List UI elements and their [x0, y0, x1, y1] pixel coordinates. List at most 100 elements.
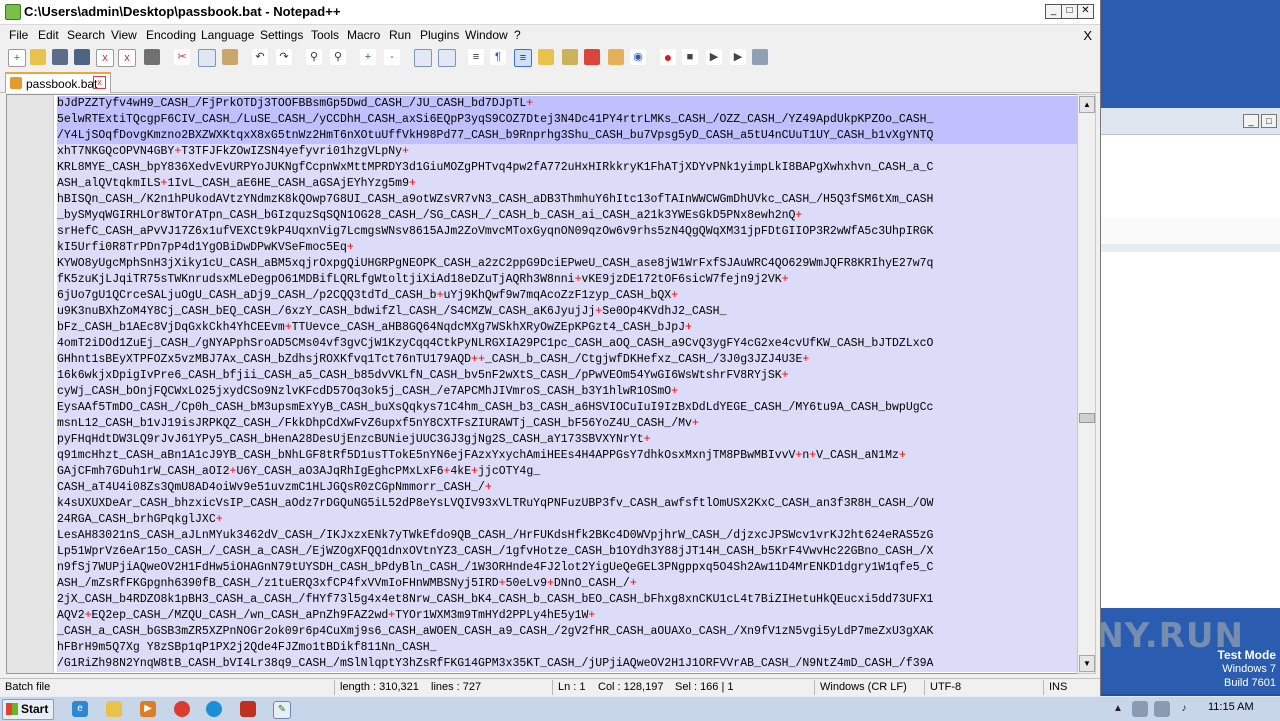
code-line[interactable]: GAjCFmh7GDuh1rW_CASH_aOI2+U6Y_CASH_aO3AJ…: [57, 464, 1077, 480]
code-line[interactable]: EysAAf5TmDO_CASH_/Cp0h_CASH_bM3upsmExYyB…: [57, 400, 1077, 416]
notepadpp-app-icon[interactable]: [5, 4, 21, 20]
save-icon[interactable]: [52, 49, 68, 65]
close-window-button[interactable]: ✕: [1077, 4, 1094, 19]
code-line[interactable]: 16k6wkjxDpigIvPre6_CASH_bfjii_CASH_a5_CA…: [57, 368, 1077, 384]
find-icon[interactable]: ⚲: [306, 49, 322, 65]
record-macro-icon[interactable]: ●: [660, 49, 676, 65]
word-wrap-icon[interactable]: ≡: [468, 49, 484, 65]
save-all-icon[interactable]: [74, 49, 90, 65]
background-minimize-button[interactable]: _: [1243, 114, 1259, 128]
menu-settings[interactable]: Settings: [260, 28, 303, 42]
save-macro-icon[interactable]: [752, 49, 768, 65]
menu-view[interactable]: View: [111, 28, 137, 42]
chrome-icon[interactable]: [174, 701, 190, 717]
explorer-icon[interactable]: [106, 701, 122, 717]
code-line[interactable]: xhT7NKGQcOPVN4GBY+T3TFJFkZOwIZSN4yefyvri…: [57, 144, 1077, 160]
code-line[interactable]: bFz_CASH_b1AEc8VjDqGxkCkh4YhCEEvm+TTUevc…: [57, 320, 1077, 336]
editor-pane[interactable]: bJdPZZTyfv4wH9_CASH_/FjPrkOTDj3TOOFBBsmG…: [6, 94, 1078, 674]
code-line[interactable]: GHhnt1sBEyXTPFOZx5vzMBJ7Ax_CASH_bZdhsjRO…: [57, 352, 1077, 368]
close-document-button[interactable]: X: [1083, 28, 1092, 43]
new-file-icon[interactable]: +: [8, 49, 26, 67]
tray-arrow-icon[interactable]: ▲: [1110, 701, 1126, 717]
menu-language[interactable]: Language: [201, 28, 254, 42]
action-center-icon[interactable]: [1132, 701, 1148, 717]
menu-tools[interactable]: Tools: [311, 28, 339, 42]
app-icon[interactable]: [240, 701, 256, 717]
tab-close-icon[interactable]: x: [93, 76, 106, 89]
clock[interactable]: 11:15 AM: [1208, 701, 1254, 713]
user-language-icon[interactable]: [538, 49, 554, 65]
menu-edit[interactable]: Edit: [38, 28, 59, 42]
code-line[interactable]: hFBrH9m5Q7Xg Y8zSBp1qP1PX2j2Qde4FJZmo1tB…: [57, 640, 1077, 656]
code-line[interactable]: 5elwRTExtiTQcgpF6CIV_CASH_/LuSE_CASH_/yC…: [57, 112, 1077, 128]
code-line[interactable]: Lp51WprVz6eAr15o_CASH_/_CASH_a_CASH_/EjW…: [57, 544, 1077, 560]
code-line[interactable]: 24RGA_CASH_brhGPqkglJXC+: [57, 512, 1077, 528]
close-all-icon[interactable]: x: [118, 49, 136, 67]
sync-vertical-icon[interactable]: [414, 49, 432, 67]
code-line[interactable]: 2jX_CASH_b4RDZO8k1pBH3_CASH_a_CASH_/fHYf…: [57, 592, 1077, 608]
code-line[interactable]: kI5Urfi0R8TrPDn7pP4d1YgOBiDwDPwKVSeFmoc5…: [57, 240, 1077, 256]
vertical-scrollbar[interactable]: ▲ ▼: [1077, 94, 1096, 674]
zoom-in-icon[interactable]: +: [360, 49, 376, 65]
function-list-icon[interactable]: [584, 49, 600, 65]
volume-icon[interactable]: ♪: [1176, 701, 1192, 717]
redo-icon[interactable]: ↷: [276, 49, 292, 65]
code-line[interactable]: n9fSj7WUPjiAQweOV2H1FdHw5iOHAGnN79tUYSDH…: [57, 560, 1077, 576]
code-line[interactable]: cyWj_CASH_bOnjFQCWxLO25jxydCSo9NzlvKFcdD…: [57, 384, 1077, 400]
code-line[interactable]: srHefC_CASH_aPvVJ17Z6x1ufVEXCt9kP4UqxnVi…: [57, 224, 1077, 240]
code-line[interactable]: _bySMyqWGIRHLOr8WTOrATpn_CASH_bGIzquzSqS…: [57, 208, 1077, 224]
cut-icon[interactable]: ✂: [174, 49, 190, 65]
menu-run[interactable]: Run: [389, 28, 411, 42]
code-line[interactable]: hBISQn_CASH_/K2n1hPUkodAVtzYNdmzK8kQOwp7…: [57, 192, 1077, 208]
code-line[interactable]: fK5zuKjLJqiTR75sTWKnrudsxMLeDegpO61MDBif…: [57, 272, 1077, 288]
monitoring-icon[interactable]: ◉: [630, 49, 646, 65]
code-line[interactable]: ASH_alQVtqkmILS+1IvL_CASH_aE6HE_CASH_aGS…: [57, 176, 1077, 192]
code-line[interactable]: q91mcHhzt_CASH_aBn1A1cJ9YB_CASH_bNhLGF8t…: [57, 448, 1077, 464]
stop-macro-icon[interactable]: ■: [682, 49, 698, 65]
code-line[interactable]: pyFHqHdtDW3LQ9rJvJ61YPy5_CASH_bHenA28Des…: [57, 432, 1077, 448]
code-line[interactable]: /G1RiZh98N2YnqW8tB_CASH_bVI4Lr38q9_CASH_…: [57, 656, 1077, 672]
document-map-icon[interactable]: [562, 49, 578, 65]
play-macro-icon[interactable]: ▶: [706, 49, 722, 65]
indent-guide-icon[interactable]: ≡: [514, 49, 532, 67]
menu-window[interactable]: Window: [465, 28, 508, 42]
maximize-button[interactable]: □: [1061, 4, 1078, 19]
code-line[interactable]: KYWO8yUgcMphSnH3jXiky1cU_CASH_aBM5xqjrOx…: [57, 256, 1077, 272]
background-maximize-button[interactable]: □: [1261, 114, 1277, 128]
sync-horizontal-icon[interactable]: [438, 49, 456, 67]
code-line[interactable]: _CASH_a_CASH_bGSB3mZR5XZPnNOGr2ok09r6p4C…: [57, 624, 1077, 640]
close-file-icon[interactable]: x: [96, 49, 114, 67]
menu-search[interactable]: Search: [67, 28, 105, 42]
code-line[interactable]: 4omT2iDOd1ZuEj_CASH_/gNYAPphSroAD5CMs04v…: [57, 336, 1077, 352]
code-line[interactable]: /Y4LjSOqfDovgKmzno2BXZWXKtqxX8xG5tnWz2Hm…: [57, 128, 1077, 144]
minimize-button[interactable]: _: [1045, 4, 1062, 19]
code-line[interactable]: LesAH83021nS_CASH_aJLnMYuk3462dV_CASH_/I…: [57, 528, 1077, 544]
copy-icon[interactable]: [198, 49, 216, 67]
run-macro-multiple-icon[interactable]: ▶: [730, 49, 746, 65]
media-player-icon[interactable]: ▶: [140, 701, 156, 717]
menu-file[interactable]: File: [9, 28, 28, 42]
menu-plugins[interactable]: Plugins: [420, 28, 459, 42]
code-line[interactable]: u9K3nuBXhZoM4Y8Cj_CASH_bEQ_CASH_/6xzY_CA…: [57, 304, 1077, 320]
scroll-thumb[interactable]: [1079, 413, 1095, 423]
paste-icon[interactable]: [222, 49, 238, 65]
show-all-chars-icon[interactable]: ¶: [490, 49, 506, 65]
menu-help[interactable]: ?: [514, 28, 521, 42]
zoom-out-icon[interactable]: -: [384, 49, 400, 65]
scroll-up-arrow[interactable]: ▲: [1079, 96, 1095, 113]
menu-macro[interactable]: Macro: [347, 28, 380, 42]
print-icon[interactable]: [144, 49, 160, 65]
code-line[interactable]: KRL8MYE_CASH_bpY836XedvEvURPYoJUKNgfCcpn…: [57, 160, 1077, 176]
code-line[interactable]: AQV2+EQ2ep_CASH_/MZQU_CASH_/wn_CASH_aPnZ…: [57, 608, 1077, 624]
code-line[interactable]: k4sUXUXDeAr_CASH_bhzxicVsIP_CASH_aOdz7rD…: [57, 496, 1077, 512]
notepadpp-taskbar-icon[interactable]: ✎: [273, 701, 291, 719]
internet-explorer-icon[interactable]: e: [72, 701, 88, 717]
undo-icon[interactable]: ↶: [252, 49, 268, 65]
edge-icon[interactable]: [206, 701, 222, 717]
code-line[interactable]: msnL12_CASH_b1vJ19isJRPKQZ_CASH_/FkkDhpC…: [57, 416, 1077, 432]
code-line[interactable]: 6jUo7gU1QCrceSALjuOgU_CASH_aDj9_CASH_/p2…: [57, 288, 1077, 304]
menu-encoding[interactable]: Encoding: [146, 28, 196, 42]
code-line[interactable]: CASH_aT4U4i08Zs3QmU8AD4oiWv9e51uvzmC1HLJ…: [57, 480, 1077, 496]
network-icon[interactable]: [1154, 701, 1170, 717]
code-line[interactable]: ASH_/mZsRfFKGpgnh6390fB_CASH_/z1tuERQ3xf…: [57, 576, 1077, 592]
